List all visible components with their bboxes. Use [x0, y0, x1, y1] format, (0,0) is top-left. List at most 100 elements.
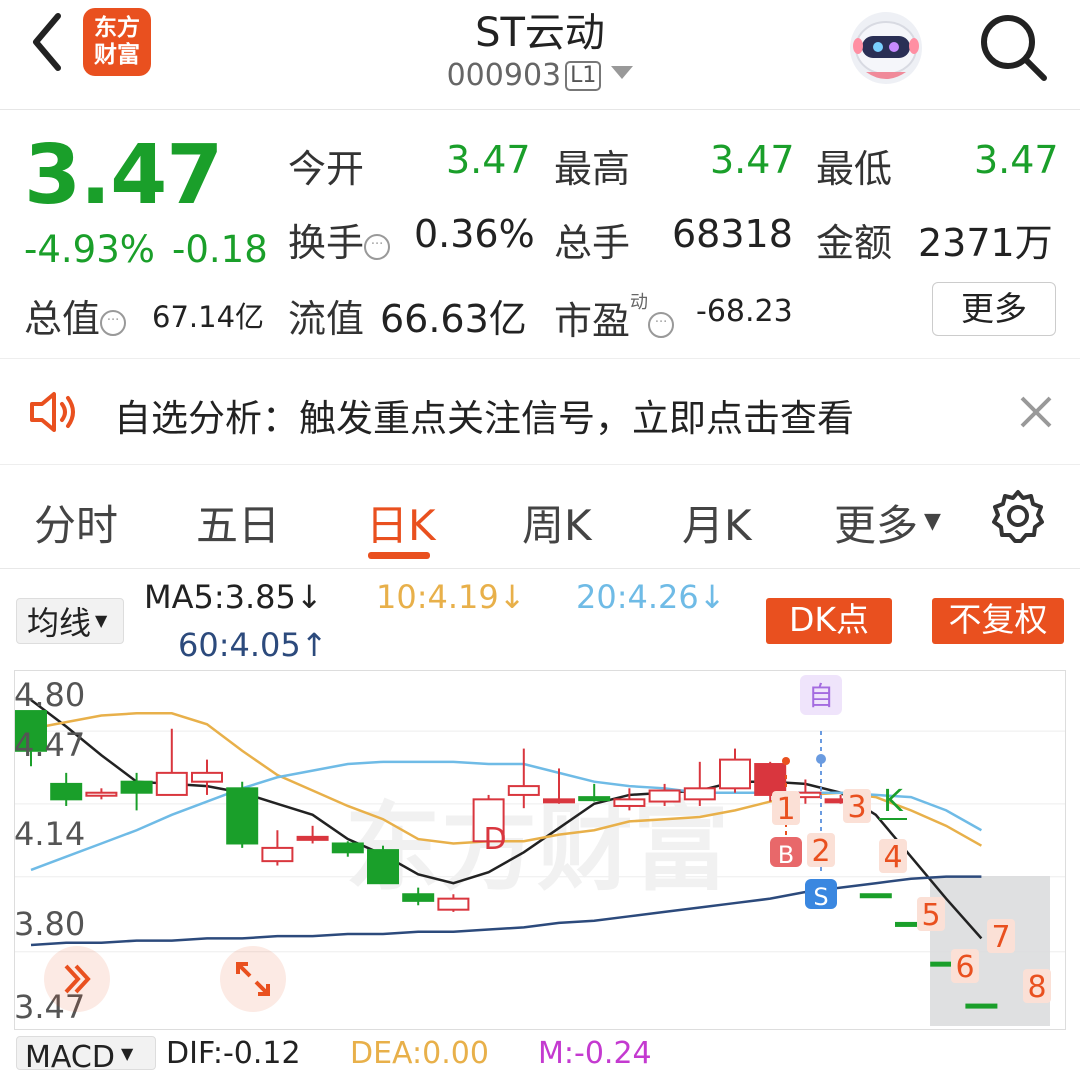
ma5-text: MA5:3.85: [144, 578, 296, 616]
mktcap-label[interactable]: 总值 ···: [24, 288, 127, 343]
indicator-selector-label: 均线: [27, 604, 92, 642]
fullscreen-icon[interactable]: [220, 946, 286, 1012]
indicator-selector[interactable]: 均线 ▼: [16, 598, 124, 644]
candle-body: [437, 897, 470, 911]
amount-label: 金额: [816, 221, 893, 265]
candle-body: [331, 842, 364, 854]
volume-label: 总手: [554, 221, 631, 265]
open-value: 3.47: [446, 138, 531, 182]
tab-daily-k[interactable]: 日K: [366, 492, 436, 553]
robot-assistant-icon[interactable]: [846, 6, 926, 86]
more-info-icon[interactable]: ···: [648, 312, 675, 338]
last-price: 3.47: [24, 128, 223, 223]
level-badge: L1: [565, 61, 602, 91]
macd-label: MACD: [25, 1040, 115, 1070]
change-percent: -4.93%: [24, 228, 155, 271]
turnover-value: 0.36%: [414, 212, 535, 256]
expand-left-icon[interactable]: [44, 946, 110, 1012]
candle-body: [155, 771, 188, 796]
ma5-value: MA5:3.85↓: [144, 578, 323, 616]
y-tick-label: 4.14: [14, 815, 86, 853]
more-info-icon[interactable]: ···: [100, 310, 127, 336]
ma10-text: 10:4.19: [376, 578, 499, 616]
candle-body: [50, 782, 83, 801]
pe-label[interactable]: 市盈动···: [554, 288, 675, 345]
down-arrow-icon: ↓: [295, 578, 323, 616]
tab-more-label: 更多: [834, 501, 919, 550]
speaker-icon: [28, 388, 82, 436]
notice-text[interactable]: 自选分析：触发重点关注信号，立即点击查看: [114, 388, 854, 442]
macd-selector[interactable]: MACD ▼: [16, 1036, 156, 1070]
candle-body: [719, 758, 751, 790]
candle-body: [261, 846, 294, 863]
float-label: 流值: [288, 297, 365, 341]
marker-d: D: [483, 822, 506, 857]
change-amount: -0.18: [172, 228, 268, 271]
marker-7: 7: [991, 920, 1010, 955]
marker-6: 6: [955, 950, 974, 985]
kline-chart[interactable]: 东方财富 D 1 B 2 S 自 3 K 4 5 6 7 8: [14, 670, 1066, 1030]
pe-label-text: 市盈: [554, 299, 631, 343]
y-tick-label: 3.80: [14, 905, 86, 943]
ma20-value: 20:4.26↓: [576, 578, 726, 616]
candle-body: [859, 893, 892, 899]
turnover-label[interactable]: 换手 ···: [288, 212, 391, 267]
candle-body: [965, 1003, 998, 1009]
marker-k: K: [883, 784, 904, 819]
ma60-text: 60:4.05: [178, 626, 301, 664]
no-adjust-button[interactable]: 不复权: [932, 598, 1064, 644]
ma20-text: 20:4.26: [576, 578, 699, 616]
m-value: M:-0.24: [538, 1036, 652, 1071]
volume-value: 68318: [672, 212, 793, 256]
candle-body: [226, 787, 259, 845]
tab-weekly-k[interactable]: 周K: [522, 492, 592, 553]
marker-2: 2: [811, 834, 830, 869]
high-label: 最高: [554, 147, 631, 191]
kline-svg[interactable]: 东方财富D 1 B 2 S 自 3 K 45678: [15, 671, 1065, 1029]
close-icon[interactable]: [1016, 392, 1056, 432]
search-icon[interactable]: [972, 6, 1052, 86]
candle-body: [191, 771, 223, 783]
candle-body: [296, 835, 329, 841]
dif-value: DIF:-0.12: [166, 1036, 301, 1071]
candle-body: [543, 798, 575, 804]
candle-body: [367, 849, 399, 885]
float-value: 66.63亿: [380, 297, 527, 341]
marker-8: 8: [1027, 970, 1046, 1005]
pe-value: -68.23: [696, 294, 793, 329]
ma10-value: 10:4.19↓: [376, 578, 526, 616]
candle-body: [613, 798, 646, 807]
marker-3: 3: [847, 790, 866, 825]
candle-body: [120, 780, 153, 794]
dropdown-triangle-icon: [611, 66, 634, 79]
marker-4: 4: [883, 840, 902, 875]
y-tick-label: 4.47: [14, 726, 86, 764]
caret-down-icon: ▼: [924, 509, 941, 534]
watermark-text: 东方财富: [345, 792, 729, 904]
divider: [0, 568, 1080, 569]
marker-dot: [782, 757, 790, 765]
candle-body: [648, 789, 681, 803]
amount-value: 2371万: [918, 221, 1053, 265]
marker-dot: [816, 754, 826, 764]
down-arrow-icon: ↓: [698, 578, 726, 616]
low-label: 最低: [816, 147, 893, 191]
settings-gear-icon[interactable]: [990, 488, 1046, 544]
pe-dynamic-sup: 动: [630, 292, 649, 313]
marker-b: B: [778, 841, 794, 869]
tab-monthly-k[interactable]: 月K: [682, 492, 752, 553]
tab-intraday[interactable]: 分时: [34, 492, 118, 553]
open-label: 今开: [288, 147, 365, 191]
more-info-icon[interactable]: ···: [364, 234, 391, 260]
stock-code: 000903: [446, 58, 562, 93]
candle-body: [578, 796, 611, 802]
tab-five-day[interactable]: 五日: [196, 492, 280, 553]
y-tick-label: 4.80: [14, 676, 86, 714]
more-quote-button[interactable]: 更多: [932, 282, 1056, 336]
candle-body: [754, 763, 787, 796]
candle-body: [402, 893, 435, 902]
header-bar: 东方 财富 ST云动 000903 L1: [0, 0, 1080, 110]
tab-more[interactable]: 更多 ▼: [834, 492, 941, 553]
marker-s: S: [813, 883, 828, 911]
dk-point-button[interactable]: DK点: [766, 598, 892, 644]
